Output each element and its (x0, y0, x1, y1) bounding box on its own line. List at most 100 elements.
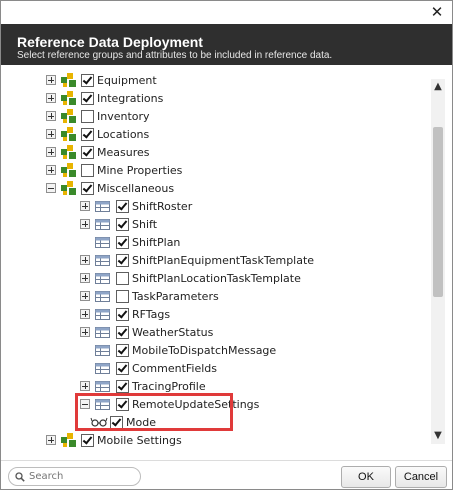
tree-item-label: Measures (97, 145, 150, 159)
expand-icon[interactable] (80, 273, 90, 283)
expand-icon[interactable] (46, 165, 56, 175)
tree-row-shiftplan[interactable]: ShiftPlan (80, 233, 180, 251)
include-checkbox[interactable] (116, 307, 129, 321)
scroll-down-icon[interactable]: ▼ (431, 428, 445, 444)
expand-icon[interactable] (80, 327, 90, 337)
expand-icon[interactable] (46, 435, 56, 445)
tree-item-label: Mobile Settings (97, 433, 182, 447)
tree-item-label: TracingProfile (132, 379, 206, 393)
expand-icon[interactable] (46, 93, 56, 103)
table-icon (94, 198, 112, 214)
tree-row-shiftplanlocationtasktemplate[interactable]: ShiftPlanLocationTaskTemplate (80, 269, 301, 287)
tree-item-label: Locations (97, 127, 150, 141)
tree-row-equipment[interactable]: Equipment (46, 71, 157, 89)
include-checkbox[interactable] (116, 361, 129, 375)
include-checkbox[interactable] (81, 145, 94, 159)
include-checkbox[interactable] (81, 91, 94, 105)
tree-item-label: Mode (126, 415, 156, 429)
tree-row-rftags[interactable]: RFTags (80, 305, 170, 323)
include-checkbox[interactable] (116, 235, 129, 249)
reference-group-icon (60, 180, 78, 196)
collapse-icon[interactable] (46, 183, 56, 193)
dialog-subtitle: Select reference groups and attributes t… (17, 50, 333, 61)
search-box[interactable] (8, 467, 141, 486)
reference-group-icon (60, 126, 78, 142)
include-checkbox[interactable] (81, 127, 94, 141)
include-checkbox[interactable] (81, 109, 94, 123)
attribute-icon (90, 414, 108, 430)
tree-row-mobiletodispatchmessage[interactable]: MobileToDispatchMessage (80, 341, 276, 359)
reference-group-icon (60, 432, 78, 448)
tree-item-label: ShiftPlanEquipmentTaskTemplate (132, 253, 315, 267)
tree-item-label: ShiftPlanLocationTaskTemplate (132, 271, 301, 285)
expand-icon[interactable] (46, 147, 56, 157)
include-checkbox[interactable] (116, 343, 129, 357)
expand-icon[interactable] (80, 291, 90, 301)
expand-icon[interactable] (80, 255, 90, 265)
tree-item-label: Mine Properties (97, 163, 183, 177)
tree-row-miscellaneous[interactable]: Miscellaneous (46, 179, 174, 197)
include-checkbox[interactable] (116, 217, 129, 231)
include-checkbox[interactable] (116, 379, 129, 393)
tree-row-mine-properties[interactable]: Mine Properties (46, 161, 182, 179)
scroll-up-icon[interactable]: ▲ (431, 79, 445, 95)
tree-row-integrations[interactable]: Integrations (46, 89, 163, 107)
expand-icon[interactable] (80, 219, 90, 229)
expand-icon[interactable] (80, 201, 90, 211)
tree-row-measures[interactable]: Measures (46, 143, 149, 161)
search-icon (15, 471, 25, 482)
include-checkbox[interactable] (116, 271, 129, 285)
include-checkbox[interactable] (81, 181, 94, 195)
expand-icon[interactable] (80, 381, 90, 391)
reference-tree: Equipment Integrations Inventory Locations M… (1, 65, 429, 458)
table-icon (94, 306, 112, 322)
expand-icon[interactable] (46, 111, 56, 121)
dialog-header: Reference Data Deployment Select referen… (1, 24, 452, 65)
tree-row-remoteupdatesettings[interactable]: RemoteUpdateSettings (80, 395, 259, 413)
table-icon (94, 360, 112, 376)
table-icon (94, 378, 112, 394)
tree-scrollbar[interactable]: ▲ ▼ (431, 79, 445, 444)
cancel-button[interactable]: Cancel (395, 466, 447, 488)
collapse-icon[interactable] (80, 399, 90, 409)
include-checkbox[interactable] (81, 163, 94, 177)
include-checkbox[interactable] (81, 433, 94, 447)
tree-item-label: Miscellaneous (97, 181, 175, 195)
table-icon (94, 252, 112, 268)
close-icon[interactable]: ✕ (428, 3, 446, 21)
tree-row-tracingprofile[interactable]: TracingProfile (80, 377, 206, 395)
tree-row-commentfields[interactable]: CommentFields (80, 359, 217, 377)
include-checkbox[interactable] (110, 415, 123, 429)
tree-row-mobile-settings[interactable]: Mobile Settings (46, 431, 182, 449)
include-checkbox[interactable] (116, 289, 129, 303)
include-checkbox[interactable] (116, 397, 129, 411)
tree-item-label: ShiftPlan (132, 235, 181, 249)
reference-group-icon (60, 162, 78, 178)
expand-icon[interactable] (46, 75, 56, 85)
tree-row-shiftplanequipmenttasktemplate[interactable]: ShiftPlanEquipmentTaskTemplate (80, 251, 314, 269)
include-checkbox[interactable] (116, 325, 129, 339)
tree-row-locations[interactable]: Locations (46, 125, 149, 143)
include-checkbox[interactable] (116, 199, 129, 213)
expand-icon[interactable] (80, 309, 90, 319)
tree-row-taskparameters[interactable]: TaskParameters (80, 287, 219, 305)
table-icon (94, 396, 112, 412)
table-icon (94, 324, 112, 340)
include-checkbox[interactable] (81, 73, 94, 87)
tree-row-inventory[interactable]: Inventory (46, 107, 150, 125)
tree-item-label: ShiftRoster (132, 199, 193, 213)
expand-icon[interactable] (46, 129, 56, 139)
tree-row-shiftroster[interactable]: ShiftRoster (80, 197, 192, 215)
tree-row-shift[interactable]: Shift (80, 215, 157, 233)
tree-item-label: Equipment (97, 73, 157, 87)
tree-row-mode[interactable]: Mode (90, 413, 156, 431)
scroll-thumb[interactable] (433, 127, 443, 297)
tree-item-label: RFTags (132, 307, 171, 321)
tree-item-label: RemoteUpdateSettings (132, 397, 260, 411)
ok-button[interactable]: OK (341, 466, 391, 488)
include-checkbox[interactable] (116, 253, 129, 267)
search-input[interactable] (29, 469, 129, 484)
tree-row-weatherstatus[interactable]: WeatherStatus (80, 323, 213, 341)
reference-data-deployment-dialog: ✕ Reference Data Deployment Select refer… (0, 0, 453, 490)
tree-item-label: Inventory (97, 109, 150, 123)
